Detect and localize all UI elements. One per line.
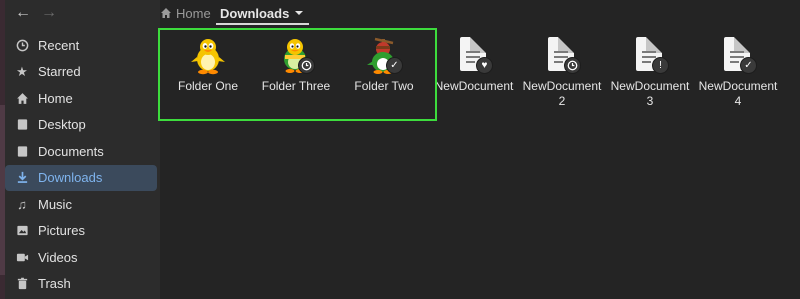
file-item[interactable]: NewDocument 2 [520,26,604,109]
file-item[interactable]: ✓ NewDocument 4 [696,26,780,109]
back-button[interactable]: ← [13,4,33,22]
trash-icon [15,277,29,291]
document-icon: ! [629,35,671,77]
document-icon [541,35,583,77]
path-bar: Home Downloads [160,0,800,26]
sidebar-item-documents[interactable]: Documents [5,138,157,165]
green-penguin-folder-icon [275,35,317,77]
sidebar-item-trash[interactable]: Trash [5,271,157,298]
important-emblem-icon: ! [652,57,669,74]
file-item[interactable]: Folder Three [254,26,338,94]
clock-icon [15,38,29,52]
sidebar-item-recent[interactable]: Recent [5,32,157,59]
breadcrumb-current-label: Downloads [220,5,290,21]
download-icon [15,171,29,185]
navigation-buttons: ← → [5,0,160,26]
chevron-down-icon [295,11,304,15]
sidebar-item-pictures[interactable]: Pictures [5,218,157,245]
sidebar-list: Recent ★ Starred Home Desktop Documents … [5,32,157,297]
folder-icon [15,118,29,132]
breadcrumb-current[interactable]: Downloads [216,2,310,25]
file-item[interactable]: ♥ NewDocument [432,26,516,94]
check-emblem-icon: ✓ [740,57,757,74]
file-label: NewDocument 3 [610,79,690,108]
document-icon: ✓ [717,35,759,77]
breadcrumb-home-label: Home [176,5,211,21]
file-label: Folder Three [261,79,331,93]
file-label: Folder Two [354,79,414,93]
file-grid: Folder One Folder Three ✓ Folder Two ♥ N… [160,26,800,299]
folder-icon [15,144,29,158]
sidebar-item-desktop[interactable]: Desktop [5,112,157,139]
sidebar-item-label: Music [38,196,72,212]
sidebar-item-label: Videos [38,249,78,265]
sidebar-item-label: Home [38,90,73,106]
file-item[interactable]: Folder One [166,26,250,94]
music-icon: ♫ [17,196,27,212]
clock-emblem-icon [298,57,315,74]
sidebar-item-starred[interactable]: ★ Starred [5,59,157,86]
propeller-penguin-folder-icon: ✓ [363,35,405,77]
breadcrumb-home[interactable]: Home [160,3,211,23]
star-icon: ★ [16,63,28,79]
sidebar-item-label: Documents [38,143,104,159]
sidebar-item-label: Pictures [38,223,85,239]
home-icon [161,8,171,18]
sidebar-item-label: Recent [38,37,80,53]
file-label: NewDocument 2 [522,79,602,108]
video-icon [15,250,29,264]
sidebar-item-music[interactable]: ♫ Music [5,191,157,218]
document-icon: ♥ [453,35,495,77]
file-label: NewDocument [434,79,514,93]
yellow-penguin-folder-icon [187,35,229,77]
file-item[interactable]: ! NewDocument 3 [608,26,692,109]
check-emblem-icon: ✓ [386,57,403,74]
sidebar-item-label: Trash [38,276,71,292]
arrow-right-icon: → [41,4,57,21]
home-icon [15,91,29,105]
sidebar-item-videos[interactable]: Videos [5,244,157,271]
sidebar-item-label: Desktop [38,117,86,133]
sidebar-item-label: Downloads [38,170,103,186]
sidebar-item-label: Starred [38,64,81,80]
sidebar-item-downloads[interactable]: Downloads [5,164,157,191]
file-item[interactable]: ✓ Folder Two [342,26,426,94]
clock-emblem-icon [564,57,581,74]
heart-emblem-icon: ♥ [476,57,493,74]
arrow-left-icon: ← [15,4,31,21]
file-label: NewDocument 4 [698,79,778,108]
forward-button[interactable]: → [39,4,59,22]
sidebar-item-home[interactable]: Home [5,85,157,112]
pictures-icon [15,224,29,238]
file-label: Folder One [177,79,239,93]
